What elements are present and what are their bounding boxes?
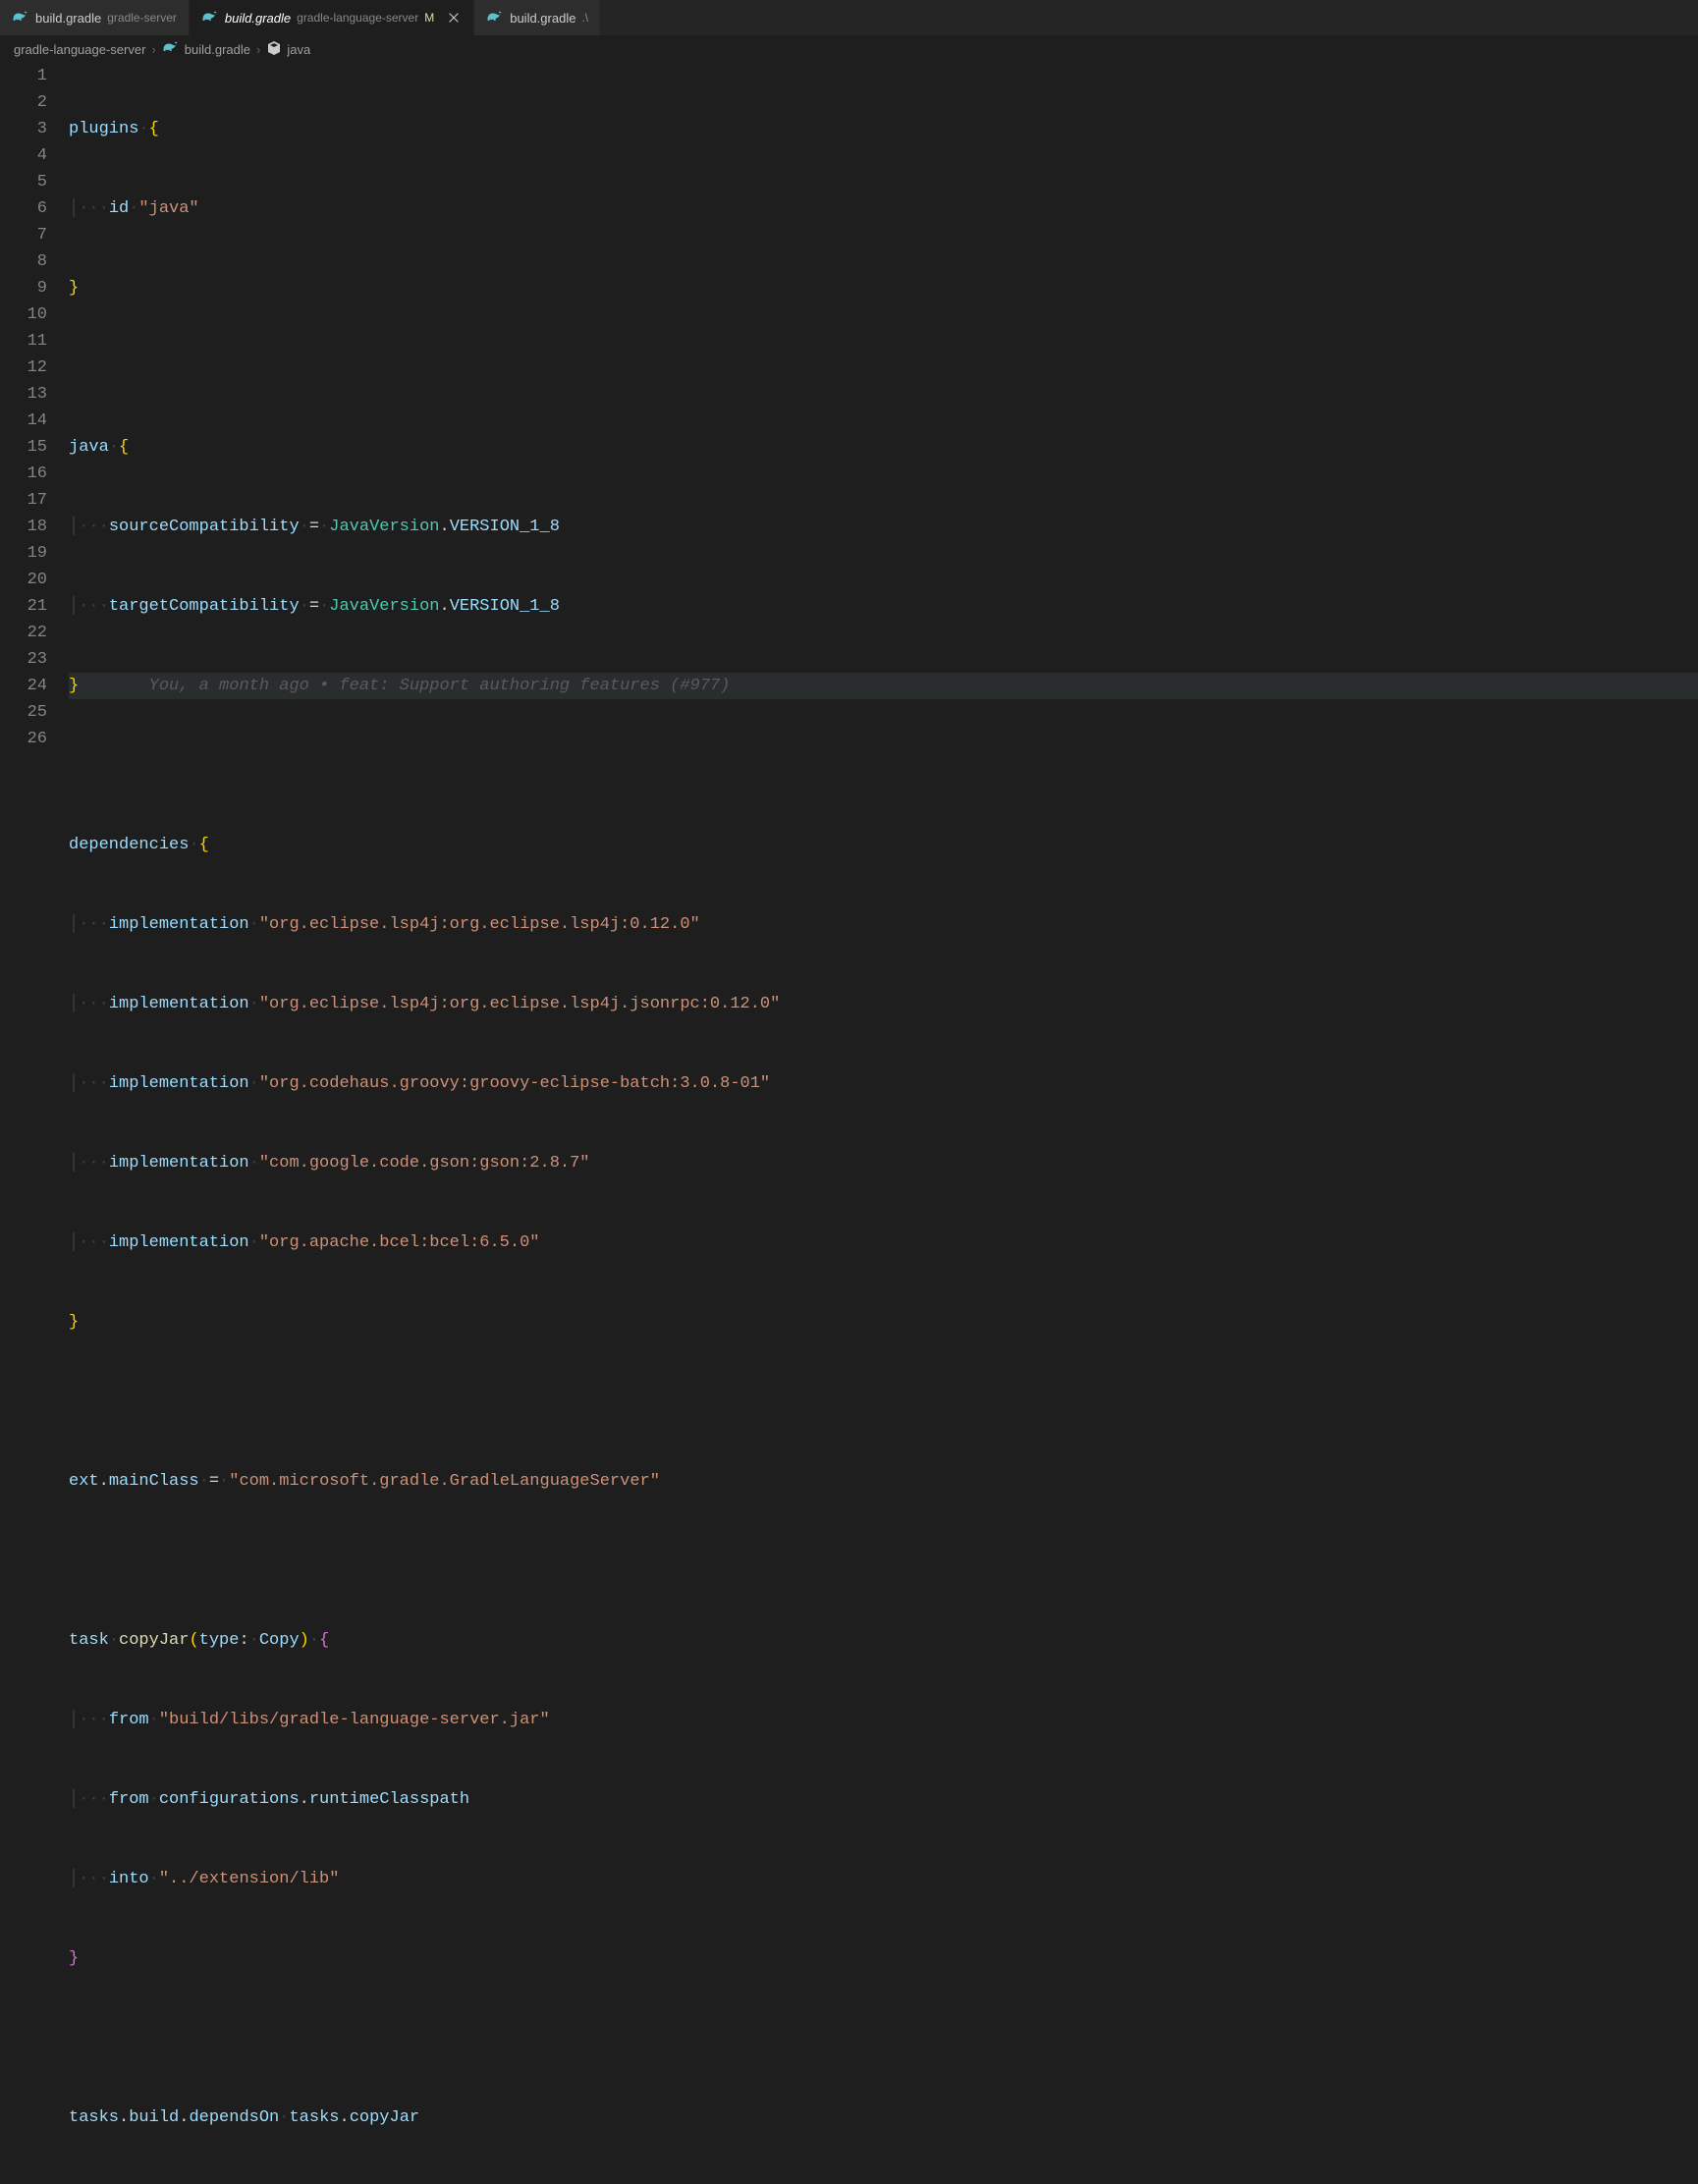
code-line: task·copyJar(type:·Copy)·{ [69,1627,1698,1654]
line-number: 23 [0,646,47,673]
gradle-icon [12,9,29,27]
line-number: 4 [0,142,47,169]
gradle-icon [486,9,504,27]
line-number: 11 [0,328,47,355]
code-line: ext.mainClass·=·"com.microsoft.gradle.Gr… [69,1468,1698,1495]
code-line: │···implementation·"com.google.code.gson… [69,1150,1698,1176]
line-number: 25 [0,699,47,726]
code-line [69,2025,1698,2051]
chevron-right-icon: › [256,42,260,57]
line-number: 14 [0,408,47,434]
line-number: 22 [0,620,47,646]
tab-folder-name: gradle-server [107,11,177,25]
line-number: 12 [0,355,47,381]
line-number: 9 [0,275,47,301]
tab-build-gradle-server[interactable]: build.gradle gradle-server [0,0,190,35]
tab-folder-name: gradle-language-server [297,11,418,25]
code-content[interactable]: plugins·{ │···id·"java" } java·{ │···sou… [69,63,1698,2184]
line-number: 15 [0,434,47,461]
code-line: dependencies·{ [69,832,1698,858]
tab-file-name: build.gradle [225,11,291,26]
line-number: 26 [0,726,47,752]
line-number: 6 [0,195,47,222]
code-line: │···from·"build/libs/gradle-language-ser… [69,1707,1698,1733]
line-number: 21 [0,593,47,620]
code-line: │···targetCompatibility·=·JavaVersion.VE… [69,593,1698,620]
breadcrumb-file[interactable]: build.gradle [162,39,250,60]
line-number: 24 [0,673,47,699]
breadcrumb-symbol[interactable]: java [266,40,310,59]
line-number: 13 [0,381,47,408]
line-number: 5 [0,169,47,195]
line-number: 7 [0,222,47,248]
code-line: plugins·{ [69,116,1698,142]
code-line: │···implementation·"org.eclipse.lsp4j:or… [69,991,1698,1017]
breadcrumb-folder[interactable]: gradle-language-server [14,42,145,57]
line-number: 2 [0,89,47,116]
code-line: │···id·"java" [69,195,1698,222]
code-line: java·{ [69,434,1698,461]
line-number: 18 [0,514,47,540]
breadcrumbs[interactable]: gradle-language-server › build.gradle › … [0,35,1698,63]
code-line [69,1389,1698,1415]
code-line [69,355,1698,381]
git-blame-annotation: You, a month ago • feat: Support authori… [149,677,731,695]
code-line: │···from·configurations.runtimeClasspath [69,1786,1698,1813]
code-line: │···implementation·"org.eclipse.lsp4j:or… [69,911,1698,938]
tab-folder-name: .\ [581,11,588,25]
line-number: 19 [0,540,47,567]
tab-file-name: build.gradle [35,11,101,26]
tab-build-gradle-root[interactable]: build.gradle .\ [474,0,601,35]
code-line: tasks.build.dependsOn·tasks.copyJar [69,2104,1698,2131]
line-number: 17 [0,487,47,514]
tab-build-gradle-language-server[interactable]: build.gradle gradle-language-server M [190,0,474,35]
tab-file-name: build.gradle [510,11,575,26]
code-line-current: } You, a month ago • feat: Support autho… [69,673,1698,699]
gradle-icon [162,39,180,60]
line-number: 10 [0,301,47,328]
code-line [69,1548,1698,1574]
gradle-icon [201,9,219,27]
package-icon [266,40,282,59]
code-line [69,752,1698,779]
line-number: 1 [0,63,47,89]
code-line: } [69,1309,1698,1336]
code-line: │···implementation·"org.codehaus.groovy:… [69,1070,1698,1097]
close-icon[interactable] [446,10,462,26]
line-number: 16 [0,461,47,487]
line-number: 20 [0,567,47,593]
line-number: 8 [0,248,47,275]
chevron-right-icon: › [151,42,155,57]
tabs-bar: build.gradle gradle-server build.gradle … [0,0,1698,35]
code-editor[interactable]: 1 2 3 4 5 6 7 8 9 10 11 12 13 14 15 16 1… [0,63,1698,2184]
line-number-gutter: 1 2 3 4 5 6 7 8 9 10 11 12 13 14 15 16 1… [0,63,69,2184]
tab-modified-badge: M [424,11,434,25]
code-line: │···sourceCompatibility·=·JavaVersion.VE… [69,514,1698,540]
line-number: 3 [0,116,47,142]
code-line: } [69,1945,1698,1972]
code-line: │···implementation·"org.apache.bcel:bcel… [69,1229,1698,1256]
code-line: } [69,275,1698,301]
code-line: │···into·"../extension/lib" [69,1866,1698,1892]
